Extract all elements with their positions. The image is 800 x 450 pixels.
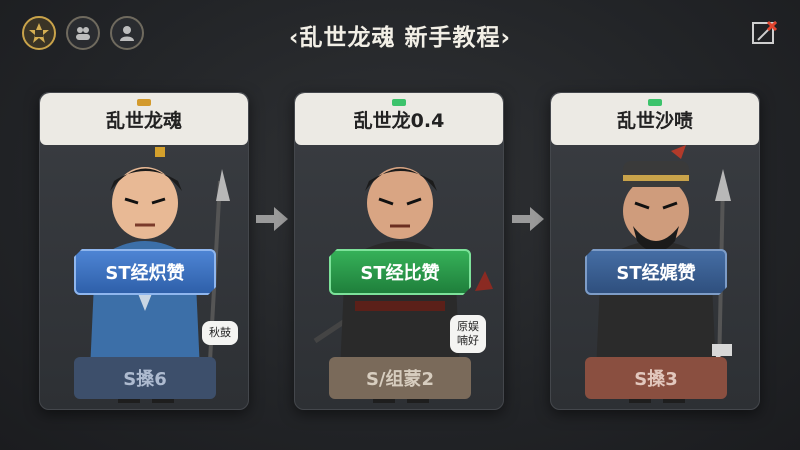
hero-card-1[interactable]: 乱世龙魂 ST经炽赞 秋鼓 S搡6 bbox=[39, 92, 249, 410]
card-title: 乱世沙啧 bbox=[616, 109, 693, 132]
page-title: ‹乱世龙魂 新手教程› bbox=[289, 25, 511, 51]
hero-card-2[interactable]: 乱世龙0.4 ST经比赞 原娱 喃好 S/组蒙2 bbox=[294, 92, 504, 410]
close-icon[interactable] bbox=[750, 18, 780, 48]
flag-icon bbox=[392, 99, 406, 106]
stat-button[interactable]: ST经娓赞 bbox=[585, 249, 727, 295]
sub-button[interactable]: S搡6 bbox=[74, 357, 216, 399]
card-header: 乱世龙0.4 bbox=[295, 93, 503, 145]
speech-bubble: 秋鼓 bbox=[202, 321, 238, 345]
top-bar: ‹乱世龙魂 新手教程› bbox=[0, 0, 800, 70]
stat-button[interactable]: ST经比赞 bbox=[329, 249, 471, 295]
stat-button[interactable]: ST经炽赞 bbox=[74, 249, 216, 295]
flag-icon bbox=[648, 99, 662, 106]
sub-button[interactable]: S/组蒙2 bbox=[329, 357, 471, 399]
card-title: 乱世龙魂 bbox=[105, 109, 182, 132]
card-header: 乱世沙啧 bbox=[551, 93, 759, 145]
arrow-right-icon bbox=[512, 207, 544, 231]
speech-bubble: 原娱 喃好 bbox=[450, 315, 486, 353]
hero-card-3[interactable]: 乱世沙啧 ST经娓赞 S搡3 bbox=[550, 92, 760, 410]
card-title: 乱世龙0.4 bbox=[353, 109, 445, 132]
sub-button[interactable]: S搡3 bbox=[585, 357, 727, 399]
arrow-right-icon bbox=[256, 207, 288, 231]
card-header: 乱世龙魂 bbox=[40, 93, 248, 145]
flag-icon bbox=[137, 99, 151, 106]
